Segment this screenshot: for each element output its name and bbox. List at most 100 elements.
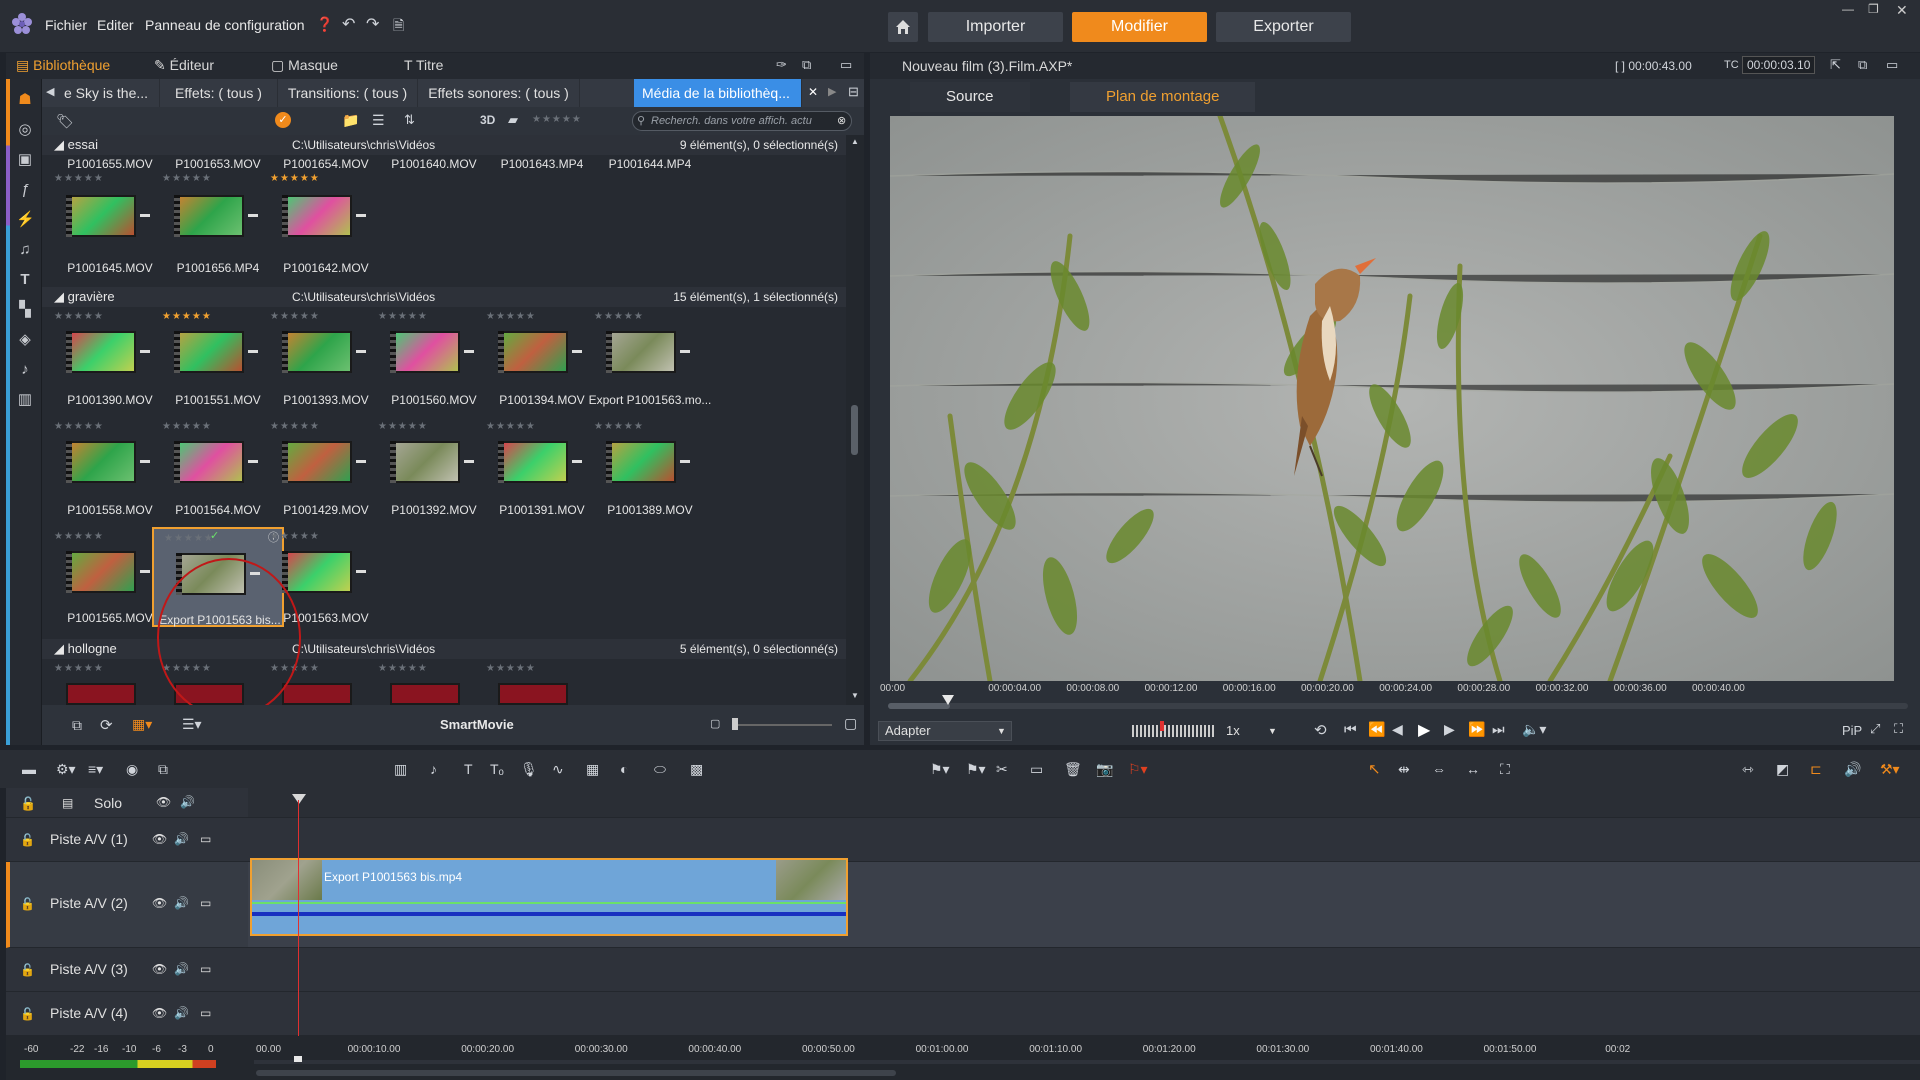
detach-icon[interactable]: ⧉ — [802, 57, 811, 73]
media-thumbnail[interactable] — [174, 441, 244, 483]
sidebar-item-music-icon[interactable]: ♫ — [16, 241, 34, 259]
media-item[interactable]: P1001644.MP4 — [584, 135, 716, 175]
media-thumbnail[interactable] — [282, 441, 352, 483]
media-thumbnail[interactable] — [390, 683, 460, 705]
lock-icon[interactable]: 🔓 — [20, 897, 35, 911]
trim-icon[interactable]: ▭ — [1030, 761, 1043, 778]
home-button[interactable] — [888, 12, 918, 42]
preview-ruler[interactable]: 00:00 00:00:04.00 00:00:08.00 00:00:12.00 00… — [880, 681, 1910, 717]
group-header-graviere[interactable]: ◢ gravière C:\Utilisateurs\chris\Vidéos … — [42, 287, 846, 307]
tab-title[interactable]: T Titre — [404, 57, 443, 73]
lock-icon[interactable]: 🔓 — [20, 833, 35, 847]
eye-icon[interactable]: 👁 — [152, 1006, 167, 1020]
audio-scrub-icon[interactable]: 🔊 — [1844, 761, 1861, 778]
rating-stars[interactable]: ★★★★★ — [162, 311, 212, 322]
new-tab-icon[interactable]: ⊟ — [848, 84, 859, 100]
timeline-scrollbar[interactable] — [256, 1070, 896, 1076]
filter-tab-sound-effects[interactable]: Effets sonores: ( tous ) — [418, 79, 580, 107]
magnet-icon[interactable]: ⊏ — [1810, 761, 1822, 778]
scrollbar-thumb[interactable] — [851, 405, 858, 455]
sidebar-item-effects-icon[interactable]: ƒ — [16, 181, 34, 199]
media-thumbnail[interactable] — [498, 441, 568, 483]
media-thumbnail[interactable] — [66, 331, 136, 373]
import-button[interactable]: Importer — [928, 12, 1063, 42]
fullscreen-icon[interactable]: ⛶ — [1894, 721, 1903, 737]
sidebar-item-layers-icon[interactable]: ◈ — [16, 331, 34, 349]
search-input[interactable]: ⚲ Recherch. dans votre affich. actu ⊗ — [632, 111, 852, 131]
crop-icon[interactable]: ⛶ — [1500, 761, 1510, 778]
filter-tab-library-media[interactable]: Média de la bibliothèq... — [634, 79, 802, 107]
edit-button[interactable]: Modifier — [1072, 12, 1207, 42]
eye-icon[interactable]: 👁 — [152, 962, 167, 976]
smart-edit-icon[interactable]: ⚒▾ — [1880, 761, 1900, 778]
marker-out-icon[interactable]: ⚑▾ — [966, 761, 986, 778]
volume-icon[interactable]: 🔈▾ — [1522, 721, 1546, 738]
sidebar-item-titles-icon[interactable]: T — [16, 271, 34, 289]
playhead-line[interactable] — [298, 800, 299, 1036]
zoom-fit-icon[interactable]: ⇿ — [1742, 761, 1754, 778]
close-icon[interactable]: ✕ — [1896, 2, 1908, 19]
media-thumbnail[interactable] — [282, 331, 352, 373]
speaker-icon[interactable]: 🔊 — [180, 795, 195, 809]
stop-motion-icon[interactable]: ▩ — [690, 761, 703, 778]
slider-handle[interactable] — [732, 718, 738, 730]
tab-source[interactable]: Source — [910, 82, 1030, 112]
filter-check-icon[interactable]: ✓ — [275, 112, 291, 128]
fit-select[interactable]: Adapter ▼ — [878, 721, 1012, 741]
speaker-icon[interactable]: 🔊 — [174, 962, 189, 976]
media-thumbnail[interactable] — [282, 551, 352, 593]
media-thumbnail[interactable] — [66, 195, 136, 237]
timeline-view-icon[interactable]: ▬ — [22, 761, 36, 777]
folder-icon[interactable]: 📁 — [342, 112, 359, 129]
thumb-large-icon[interactable]: ▢ — [844, 715, 857, 732]
monitor-icon[interactable]: ▭ — [200, 832, 211, 846]
media-thumbnail[interactable] — [606, 331, 676, 373]
tab-timeline[interactable]: Plan de montage — [1070, 82, 1256, 112]
rating-stars[interactable]: ★★★★★ — [378, 663, 428, 674]
color-icon[interactable]: ◐ — [620, 761, 628, 777]
record-icon[interactable]: ◉ — [126, 761, 138, 778]
marker-icon[interactable]: ⚑▾ — [930, 761, 950, 778]
monitor-icon[interactable]: ▭ — [200, 962, 211, 976]
menu-file[interactable]: Fichier — [45, 17, 87, 33]
scrub-bar[interactable] — [888, 703, 1908, 709]
sidebar-item-montage-icon[interactable]: ▚ — [16, 301, 34, 319]
pointer-tool-icon[interactable]: ↖ — [1368, 760, 1381, 778]
media-thumbnail[interactable] — [498, 683, 568, 705]
slip-icon[interactable]: ↔ — [1466, 761, 1480, 777]
loop-icon[interactable]: ⟲ — [1314, 721, 1327, 739]
rating-stars[interactable]: ★★★★★ — [486, 663, 536, 674]
rating-stars[interactable]: ★★★★★ — [164, 533, 214, 544]
pin-icon[interactable]: ✑ — [776, 57, 787, 73]
step-forward-icon[interactable]: ▶ — [1444, 721, 1455, 738]
scrub-playhead[interactable] — [942, 695, 954, 705]
media-thumbnail[interactable] — [390, 441, 460, 483]
play-icon[interactable]: ▶ — [1418, 720, 1430, 740]
export-button[interactable]: Exporter — [1216, 12, 1351, 42]
rating-stars[interactable]: ★★★★★ — [54, 421, 104, 432]
filter-tab-transitions[interactable]: Transitions: ( tous ) — [278, 79, 418, 107]
thumb-small-icon[interactable]: ▢ — [710, 717, 720, 730]
track-options-icon[interactable]: ≡▾ — [88, 761, 103, 778]
video-preview[interactable] — [890, 116, 1894, 681]
track-row-1[interactable] — [248, 818, 1920, 862]
menu-control-panel[interactable]: Panneau de configuration — [145, 17, 305, 33]
rating-stars[interactable]: ★★★★★ — [594, 421, 644, 432]
monitor-icon[interactable]: ▭ — [200, 896, 211, 910]
library-scrollbar[interactable]: ▲ ▼ — [846, 135, 864, 705]
thumb-size-slider[interactable] — [732, 718, 832, 730]
wave-icon[interactable]: ∿ — [552, 761, 564, 778]
track-header-1[interactable]: 🔓 Piste A/V (1) 👁 🔊 ▭ — [6, 818, 248, 862]
media-item[interactable]: ★★★★★ ▬ Export P1001563.mo... — [584, 307, 716, 407]
track-row-3[interactable] — [248, 948, 1920, 992]
rating-stars[interactable]: ★★★★★ — [162, 421, 212, 432]
sync-icon[interactable]: ⟳ — [100, 716, 113, 734]
title-icon[interactable]: T — [464, 761, 473, 777]
go-to-end-icon[interactable]: ⏭ — [1492, 721, 1505, 738]
tag-icon[interactable]: 🏷 — [56, 113, 74, 130]
restore-icon[interactable]: ❐ — [1868, 2, 1879, 16]
detach-preview-icon[interactable]: ⧉ — [1858, 57, 1867, 73]
3d-title-icon[interactable]: Tₒ — [490, 761, 504, 777]
undo-icon[interactable]: ↶ — [342, 14, 355, 34]
media-thumbnail[interactable] — [390, 331, 460, 373]
